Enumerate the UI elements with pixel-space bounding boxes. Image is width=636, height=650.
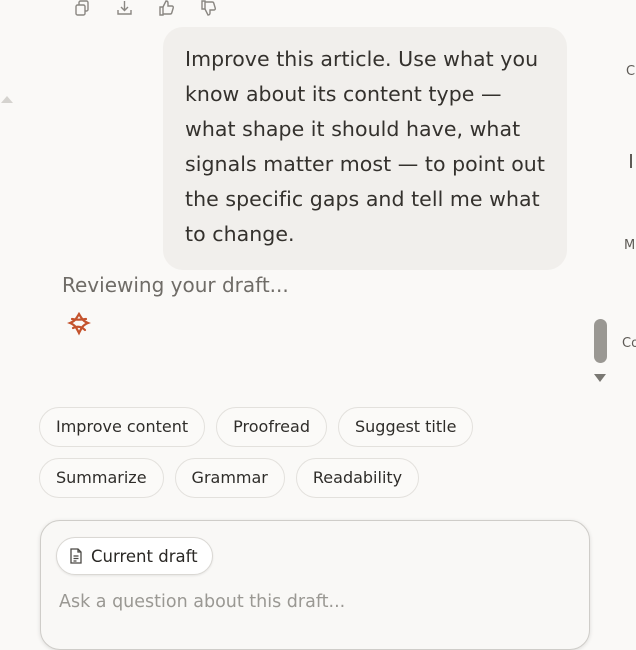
user-message: Improve this article. Use what you know … (163, 27, 567, 270)
chip-suggest-title[interactable]: Suggest title (337, 407, 474, 447)
scroll-down-arrow-icon[interactable] (594, 374, 606, 382)
ask-input[interactable] (57, 591, 557, 613)
clipped-mark (630, 154, 634, 168)
composer: Current draft (40, 520, 590, 650)
scrollbar-thumb[interactable] (594, 319, 607, 363)
download-icon[interactable] (114, 0, 134, 16)
chip-readability[interactable]: Readability (295, 458, 420, 498)
thumbs-down-icon[interactable] (198, 0, 218, 16)
clipped-text: M (624, 238, 636, 253)
current-draft-attachment[interactable]: Current draft (56, 537, 213, 575)
attachment-label: Current draft (91, 546, 198, 566)
document-icon (70, 548, 82, 564)
chip-summarize[interactable]: Summarize (39, 458, 164, 498)
chip-proofread[interactable]: Proofread (216, 407, 327, 447)
copy-icon[interactable] (72, 0, 92, 16)
collapse-caret-icon[interactable] (1, 96, 13, 103)
status-text: Reviewing your draft... (62, 273, 289, 297)
suggestion-chips: Improve content Proofread Suggest title … (39, 407, 479, 509)
chip-grammar[interactable]: Grammar (174, 458, 285, 498)
right-panel-clipped: C M Co (618, 0, 636, 628)
loading-spinner-icon (67, 311, 91, 336)
thumbs-up-icon[interactable] (156, 0, 176, 16)
message-actions (72, 0, 218, 16)
clipped-text: Co (622, 336, 636, 351)
chip-improve-content[interactable]: Improve content (39, 407, 206, 447)
clipped-text: C (626, 64, 636, 79)
